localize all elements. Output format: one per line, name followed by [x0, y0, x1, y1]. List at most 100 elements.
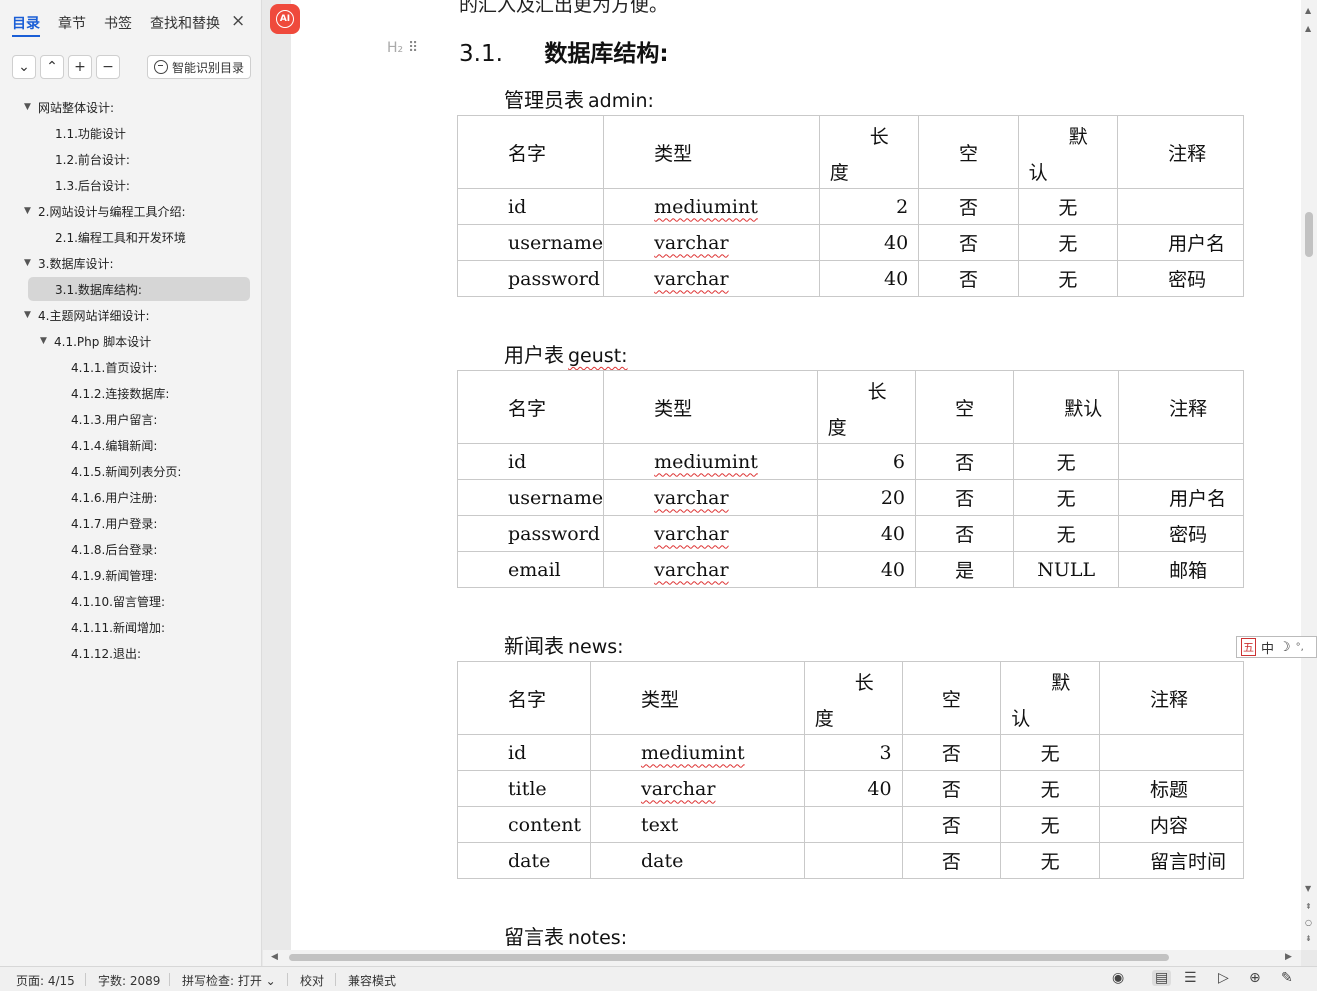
field-default-cell[interactable]: 无 [1017, 260, 1119, 297]
globe-icon[interactable]: ⊕ [1249, 970, 1261, 986]
toc-item[interactable]: 4.1.3.用户留言: [56, 407, 157, 431]
toc-item[interactable]: 4.1.11.新闻增加: [56, 615, 165, 639]
field-default-cell[interactable]: NULL [1013, 551, 1120, 588]
field-default-cell[interactable]: 无 [1017, 188, 1119, 225]
expand-triangle-icon[interactable]: ▼ [24, 310, 32, 320]
field-null-cell[interactable]: 否 [914, 515, 1015, 552]
field-length-cell[interactable]: 40 [818, 260, 920, 297]
field-note-cell[interactable]: 用户名 [1118, 479, 1244, 516]
toc-item[interactable]: 4.1.8.后台登录: [56, 537, 157, 561]
field-note-cell[interactable]: 密码 [1118, 515, 1244, 552]
field-note-cell[interactable] [1117, 188, 1244, 225]
eye-icon[interactable]: ◉ [1112, 970, 1124, 986]
toc-item[interactable]: 4.1.1.首页设计: [56, 355, 157, 379]
schema-table[interactable]: 名字 类型长度空默认 注释 id mediumint 6 否无 username varchar… [456, 370, 1244, 588]
schema-table[interactable]: 名字 类型长度空默认注释 id mediumint 2 否无 username varchar… [456, 115, 1244, 297]
tab-find-replace[interactable]: 查找和替换 [150, 13, 220, 33]
vertical-scrollbar[interactable]: ▲ ▲ ▼ ⇞ ○ ⇟ [1301, 0, 1317, 950]
field-null-cell[interactable]: 否 [914, 479, 1015, 516]
field-name-cell[interactable]: id [457, 734, 591, 771]
toc-item[interactable]: 4.1.9.新闻管理: [56, 563, 157, 587]
collapse-all-button[interactable]: ⌄ [12, 55, 36, 79]
page-view-icon[interactable]: ▤ [1152, 970, 1172, 986]
toc-item[interactable]: 4.1.5.新闻列表分页: [56, 459, 181, 483]
field-type-cell[interactable]: mediumint [603, 188, 820, 225]
drag-handle-icon[interactable]: ⠿ [408, 40, 418, 56]
word-count[interactable]: 字数: 2089 [98, 972, 160, 989]
pen-icon[interactable]: ✎ [1281, 970, 1293, 986]
toc-item[interactable]: ▼ 4.主题网站详细设计: [24, 303, 150, 327]
toc-item[interactable]: 4.1.10.留言管理: [56, 589, 165, 613]
horizontal-scrollbar[interactable]: ◀ ▶ [263, 950, 1301, 966]
toc-item[interactable]: 1.3.后台设计: [40, 173, 130, 197]
toc-item[interactable]: 2.1.编程工具和开发环境 [40, 225, 186, 249]
toc-item[interactable]: 4.1.6.用户注册: [56, 485, 157, 509]
scroll-left-icon[interactable]: ◀ [271, 952, 278, 962]
select-browse-icon[interactable]: ○ [1305, 918, 1312, 927]
field-null-cell[interactable]: 否 [901, 770, 1002, 807]
expand-triangle-icon[interactable]: ▼ [24, 102, 32, 112]
ime-mode-label[interactable]: 中 [1261, 638, 1274, 657]
add-heading-button[interactable]: + [68, 55, 92, 79]
field-type-cell[interactable]: varchar [603, 479, 818, 516]
field-name-cell[interactable]: title [457, 770, 591, 807]
field-length-cell[interactable]: 3 [803, 734, 903, 771]
field-length-cell[interactable]: 40 [816, 551, 917, 588]
field-name-cell[interactable]: password [456, 260, 605, 297]
field-note-cell[interactable]: 标题 [1099, 770, 1244, 807]
field-type-cell[interactable]: date [589, 842, 805, 879]
field-name-cell[interactable]: id [456, 188, 605, 225]
toc-item[interactable]: ▼ 3.数据库设计: [24, 251, 114, 275]
schema-table[interactable]: 名字 类型长度空默认注释 id mediumint 3 否无 title varchar 40 否… [457, 661, 1244, 879]
field-default-cell[interactable]: 无 [1017, 224, 1119, 261]
field-null-cell[interactable]: 是 [914, 551, 1015, 588]
move-up-button[interactable]: ⌃ [40, 55, 64, 79]
field-default-cell[interactable]: 无 [1000, 806, 1101, 843]
field-length-cell[interactable] [803, 806, 903, 843]
scroll-up-icon[interactable]: ▲ [1305, 6, 1311, 15]
field-note-cell[interactable] [1118, 443, 1244, 480]
field-note-cell[interactable]: 留言时间 [1099, 842, 1244, 879]
tab-chapters[interactable]: 章节 [58, 13, 86, 33]
field-null-cell[interactable]: 否 [914, 443, 1015, 480]
toc-item[interactable]: 3.1.数据库结构: [28, 277, 250, 301]
field-default-cell[interactable]: 无 [1000, 734, 1101, 771]
tab-bookmarks[interactable]: 书签 [104, 13, 132, 33]
field-default-cell[interactable]: 无 [1000, 842, 1101, 879]
field-name-cell[interactable]: password [456, 515, 605, 552]
field-note-cell[interactable] [1099, 734, 1244, 771]
toc-item[interactable]: 4.1.4.编辑新闻: [56, 433, 157, 457]
toc-item[interactable]: 1.2.前台设计: [40, 147, 130, 171]
expand-triangle-icon[interactable]: ▼ [24, 258, 32, 268]
scroll-right-icon[interactable]: ▶ [1285, 952, 1292, 962]
toc-item[interactable]: 4.1.2.连接数据库: [56, 381, 169, 405]
field-note-cell[interactable]: 用户名 [1117, 224, 1244, 261]
field-length-cell[interactable]: 40 [816, 515, 917, 552]
field-type-cell[interactable]: mediumint [603, 443, 818, 480]
field-type-cell[interactable]: text [589, 806, 805, 843]
next-page-icon[interactable]: ⇟ [1305, 934, 1312, 943]
scroll-down-icon[interactable]: ▼ [1305, 884, 1311, 893]
field-length-cell[interactable]: 6 [816, 443, 917, 480]
prev-page-icon[interactable]: ⇞ [1305, 902, 1312, 911]
field-default-cell[interactable]: 无 [1013, 515, 1120, 552]
field-type-cell[interactable]: mediumint [589, 734, 805, 771]
field-type-cell[interactable]: varchar [603, 260, 820, 297]
toc-item[interactable]: 4.1.12.退出: [56, 641, 141, 665]
field-null-cell[interactable]: 否 [918, 224, 1019, 261]
field-type-cell[interactable]: varchar [603, 515, 818, 552]
field-name-cell[interactable]: content [457, 806, 591, 843]
spell-check-toggle[interactable]: 拼写检查: 打开 ⌄ [182, 972, 276, 989]
toc-item[interactable]: 4.1.7.用户登录: [56, 511, 157, 535]
field-length-cell[interactable]: 40 [818, 224, 920, 261]
outline-icon[interactable]: ☰ [1184, 970, 1197, 986]
field-name-cell[interactable]: username [456, 224, 605, 261]
horizontal-scroll-thumb[interactable] [289, 954, 1169, 961]
toc-item[interactable]: ▼ 网站整体设计: [24, 95, 114, 119]
field-length-cell[interactable]: 20 [816, 479, 917, 516]
field-default-cell[interactable]: 无 [1013, 479, 1120, 516]
toc-item[interactable]: ▼ 2.网站设计与编程工具介绍: [24, 199, 186, 223]
field-note-cell[interactable]: 密码 [1117, 260, 1244, 297]
field-note-cell[interactable]: 内容 [1099, 806, 1244, 843]
scroll-up-icon[interactable]: ▲ [1305, 24, 1311, 33]
